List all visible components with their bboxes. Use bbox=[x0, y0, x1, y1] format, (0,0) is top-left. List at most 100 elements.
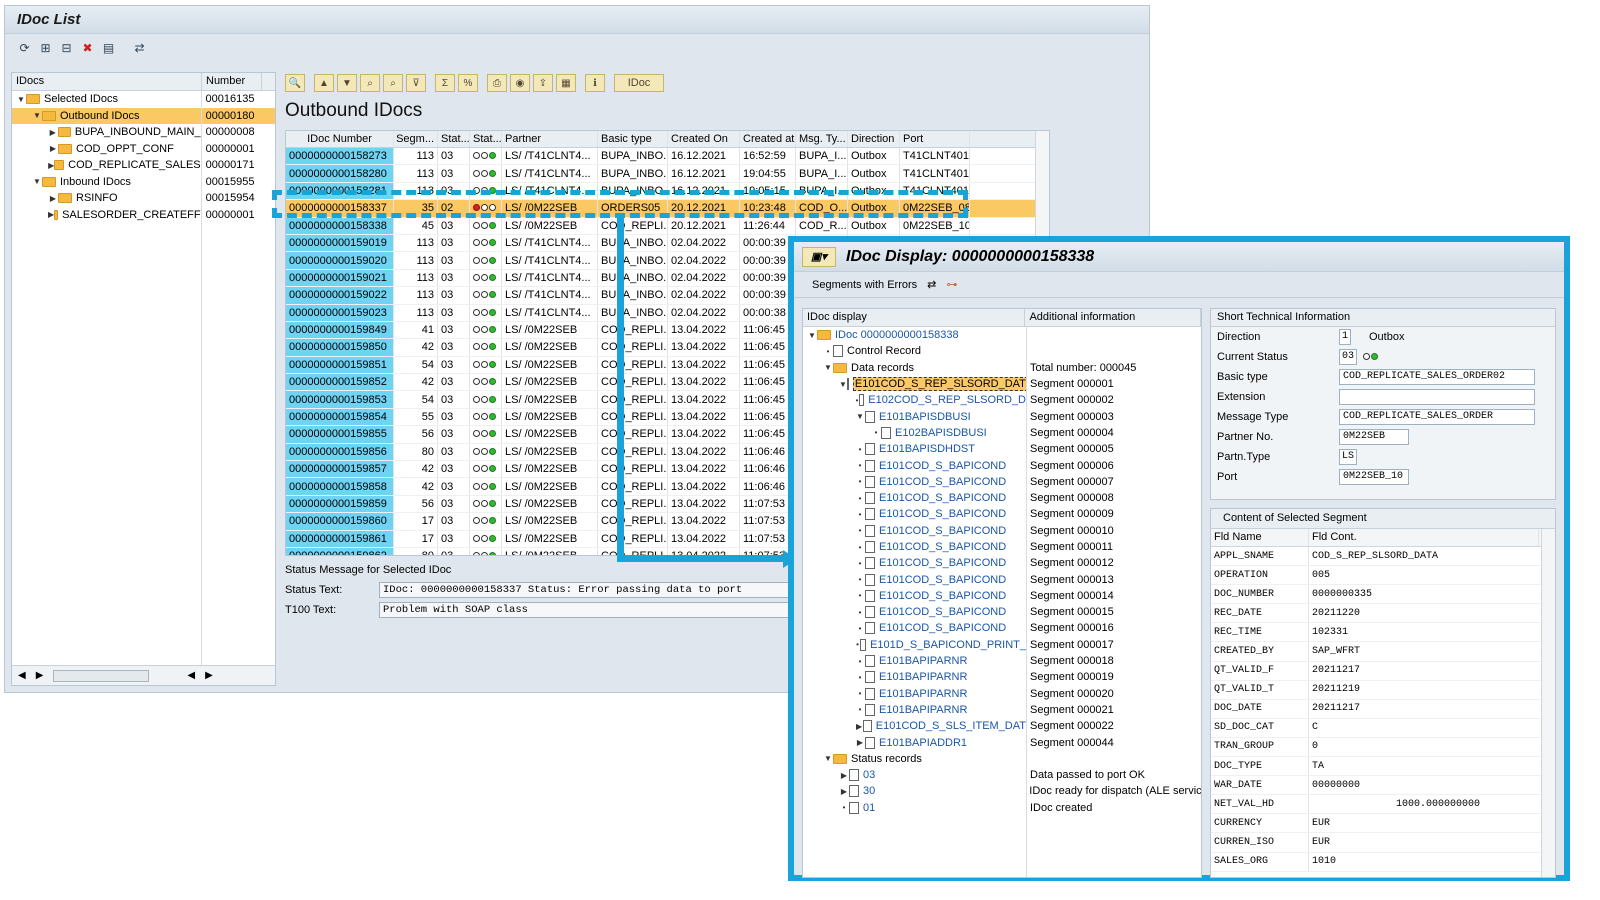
export-icon[interactable]: ⇪ bbox=[533, 74, 553, 92]
bullet-icon[interactable]: • bbox=[855, 461, 865, 470]
col-idoc-display[interactable]: IDoc display bbox=[803, 309, 1026, 326]
popup-tree-node[interactable]: • E101BAPIPARNR Segment 000019 bbox=[803, 669, 1201, 685]
table-row[interactable]: 0000000000158273 113 03 LS/ /T41CLNT4... BUP… bbox=[286, 148, 1049, 166]
segment-vscrollbar[interactable] bbox=[1541, 529, 1555, 877]
popup-tree-node[interactable]: ▶ E101BAPIADDR1 Segment 000044 bbox=[803, 734, 1201, 750]
hierarchy-icon[interactable]: ⊶ bbox=[946, 278, 957, 291]
chevron-right-icon[interactable]: ▶ bbox=[839, 771, 849, 780]
popup-tree-node[interactable]: ▼ IDoc 0000000000158338 bbox=[803, 327, 1201, 343]
chevron-right-icon[interactable]: ▶ bbox=[48, 128, 58, 137]
popup-tree-node[interactable]: • E101COD_S_BAPICOND Segment 000010 bbox=[803, 523, 1201, 539]
scroll-thumb[interactable] bbox=[53, 669, 150, 682]
popup-tree-node[interactable]: • E101D_S_BAPICOND_PRINT_ Segment 000017 bbox=[803, 637, 1201, 653]
segment-field-row[interactable]: OPERATION 005 bbox=[1211, 566, 1555, 586]
bullet-icon[interactable]: • bbox=[855, 575, 865, 584]
segment-field-row[interactable]: SALES_ORG 1010 bbox=[1211, 852, 1555, 872]
chevron-down-icon[interactable]: ▼ bbox=[807, 331, 817, 340]
chevron-right-icon[interactable]: ▶ bbox=[839, 787, 849, 796]
table-row[interactable]: 0000000000158338 45 03 LS/ /0M22SEB COD_REPL… bbox=[286, 217, 1049, 235]
col-fld-name[interactable]: Fld Name bbox=[1211, 529, 1309, 546]
chevron-right-icon[interactable]: ▶ bbox=[48, 144, 58, 153]
bullet-icon[interactable]: • bbox=[855, 526, 865, 535]
popup-tree-node[interactable]: • E101COD_S_BAPICOND Segment 000006 bbox=[803, 457, 1201, 473]
tree-node[interactable]: ▶ SALESORDER_CREATEFF 00000001 bbox=[12, 206, 275, 223]
popup-tree-node[interactable]: ▶ 30 IDoc ready for dispatch (ALE servic bbox=[803, 783, 1201, 799]
col-created-at[interactable]: Created at bbox=[740, 131, 796, 147]
popup-tree-node[interactable]: ▼ E101BAPISDBUSI Segment 000003 bbox=[803, 408, 1201, 424]
popup-tree-node[interactable]: • E101COD_S_BAPICOND Segment 000011 bbox=[803, 539, 1201, 555]
transfer-icon[interactable]: ⇄ bbox=[927, 278, 936, 291]
tree-node[interactable]: ▶ RSINFO 00015954 bbox=[12, 190, 275, 207]
find-next-icon[interactable]: ⌕ bbox=[383, 74, 403, 92]
sort-asc-icon[interactable]: ▲ bbox=[314, 74, 334, 92]
tree-node[interactable]: ▼ Inbound IDocs 00015955 bbox=[12, 173, 275, 190]
direction-code[interactable]: 1 bbox=[1339, 329, 1351, 345]
segment-field-row[interactable]: WAR_DATE 00000000 bbox=[1211, 776, 1555, 796]
popup-tree-node[interactable]: • E101COD_S_BAPICOND Segment 000008 bbox=[803, 490, 1201, 506]
idoc-button[interactable]: IDoc bbox=[614, 74, 664, 92]
status-text-field[interactable]: IDoc: 0000000000158337 Status: Error pas… bbox=[379, 582, 819, 598]
extension-field[interactable] bbox=[1339, 389, 1535, 405]
bullet-icon[interactable]: • bbox=[855, 608, 865, 617]
bullet-icon[interactable]: • bbox=[855, 673, 865, 682]
popup-tree-node[interactable]: • E101COD_S_BAPICOND Segment 000007 bbox=[803, 474, 1201, 490]
collapse-icon[interactable]: ⊟ bbox=[57, 39, 76, 57]
chevron-right-icon[interactable]: ▶ bbox=[855, 738, 865, 747]
popup-tree-node[interactable]: • E102BAPISDBUSI Segment 000004 bbox=[803, 425, 1201, 441]
chevron-right-icon[interactable]: ▶ bbox=[48, 194, 58, 203]
popup-tree-node[interactable]: ▼ Status records bbox=[803, 751, 1201, 767]
chevron-down-icon[interactable]: ▼ bbox=[839, 380, 847, 389]
current-status-code[interactable]: 03 bbox=[1339, 349, 1357, 365]
col-status[interactable]: Stat... bbox=[438, 131, 470, 147]
tree-node[interactable]: ▶ BUPA_INBOUND_MAIN_ 00000008 bbox=[12, 124, 275, 141]
popup-tree-node[interactable]: ▼ E101COD_S_REP_SLSORD_DAT Segment 000001 bbox=[803, 376, 1201, 392]
segment-field-row[interactable]: CURRENCY EUR bbox=[1211, 814, 1555, 834]
document-icon[interactable]: ▤ bbox=[99, 39, 118, 57]
chevron-down-icon[interactable]: ▼ bbox=[855, 412, 865, 421]
popup-tree-node[interactable]: • E101COD_S_BAPICOND Segment 000009 bbox=[803, 506, 1201, 522]
col-msg-type[interactable]: Msg. Ty... bbox=[796, 131, 848, 147]
transfer-icon[interactable]: ⇄ bbox=[130, 39, 149, 57]
col-direction[interactable]: Direction bbox=[848, 131, 900, 147]
popup-tree-node[interactable]: • E101COD_S_BAPICOND Segment 000015 bbox=[803, 604, 1201, 620]
bullet-icon[interactable]: • bbox=[855, 510, 865, 519]
segment-field-row[interactable]: DOC_TYPE TA bbox=[1211, 757, 1555, 777]
col-additional-info[interactable]: Additional information bbox=[1025, 309, 1201, 326]
segment-field-row[interactable]: TRAN_GROUP 0 bbox=[1211, 737, 1555, 758]
bullet-icon[interactable]: • bbox=[855, 689, 865, 698]
col-fld-cont[interactable]: Fld Cont. bbox=[1309, 529, 1539, 546]
scroll-right-icon[interactable]: ▶ bbox=[36, 670, 44, 681]
popup-tree-node[interactable]: • E101COD_S_BAPICOND Segment 000012 bbox=[803, 555, 1201, 571]
col-partner[interactable]: Partner bbox=[502, 131, 598, 147]
segment-field-row[interactable]: REC_DATE 20211220 bbox=[1211, 604, 1555, 624]
popup-tree-node[interactable]: • E101BAPIPARNR Segment 000018 bbox=[803, 653, 1201, 669]
bullet-icon[interactable]: • bbox=[855, 543, 865, 552]
chevron-down-icon[interactable]: ▼ bbox=[16, 95, 26, 104]
sort-desc-icon[interactable]: ▼ bbox=[337, 74, 357, 92]
chevron-right-icon[interactable]: ▶ bbox=[855, 722, 863, 731]
segment-field-row[interactable]: DOC_NUMBER 0000000335 bbox=[1211, 585, 1555, 605]
bullet-icon[interactable]: • bbox=[855, 494, 865, 503]
expand-icon[interactable]: ⊞ bbox=[36, 39, 55, 57]
message-type-field[interactable]: COD_REPLICATE_SALES_ORDER bbox=[1339, 409, 1535, 425]
tree-node[interactable]: ▶ COD_OPPT_CONF 00000001 bbox=[12, 140, 275, 157]
find-icon[interactable]: ⌕ bbox=[360, 74, 380, 92]
chevron-down-icon[interactable]: ▼ bbox=[823, 754, 833, 763]
col-segments[interactable]: Segm... bbox=[394, 131, 438, 147]
bullet-icon[interactable]: • bbox=[855, 624, 865, 633]
scroll-right-icon-2[interactable]: ▶ bbox=[205, 670, 213, 681]
segment-field-row[interactable]: QT_VALID_F 20211217 bbox=[1211, 661, 1555, 681]
t100-text-field[interactable]: Problem with SOAP class bbox=[379, 602, 819, 618]
subtotal-icon[interactable]: % bbox=[458, 74, 478, 92]
basic-type-field[interactable]: COD_REPLICATE_SALES_ORDER02 bbox=[1339, 369, 1535, 385]
popup-tree-node[interactable]: • E101COD_S_BAPICOND Segment 000013 bbox=[803, 571, 1201, 587]
popup-menu-icon[interactable]: ▣▾ bbox=[802, 246, 836, 267]
popup-tree-node[interactable]: • E101BAPISDHDST Segment 000005 bbox=[803, 441, 1201, 457]
table-row[interactable]: 0000000000158280 113 03 LS/ /T41CLNT4... BUP… bbox=[286, 165, 1049, 183]
scroll-left-icon-2[interactable]: ◀ bbox=[187, 670, 195, 681]
tree-node[interactable]: ▼ Selected IDocs 00016135 bbox=[12, 91, 275, 108]
partn-type-field[interactable]: LS bbox=[1339, 449, 1357, 465]
popup-tree-node[interactable]: • E101COD_S_BAPICOND Segment 000014 bbox=[803, 588, 1201, 604]
segment-field-row[interactable]: QT_VALID_T 20211219 bbox=[1211, 680, 1555, 700]
tree-hscrollbar[interactable]: ◀ ▶ ◀ ▶ bbox=[12, 665, 275, 685]
